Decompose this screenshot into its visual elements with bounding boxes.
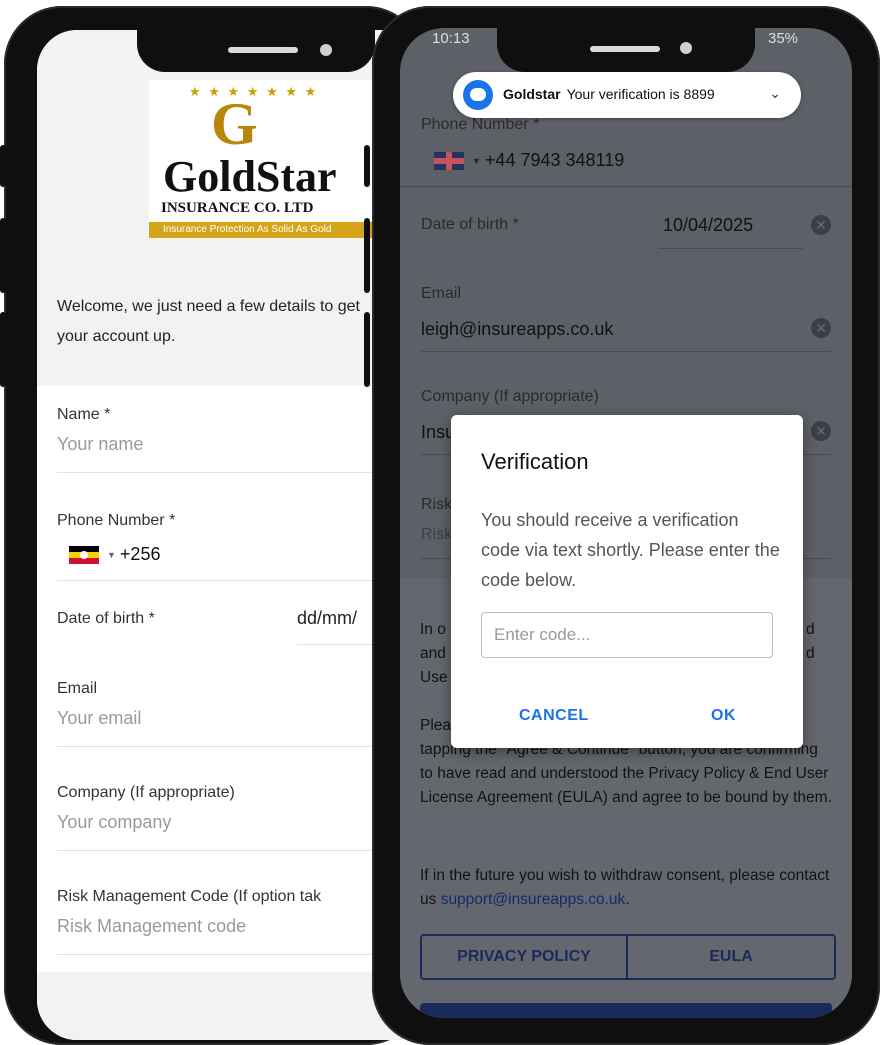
dialog-body: You should receive a verification code v… [481, 510, 780, 590]
chevron-down-icon[interactable]: ▼ [472, 156, 481, 166]
phone-input[interactable]: ▼ +44 7943 348119 [434, 150, 624, 171]
verification-dialog: Verification You should receive a verifi… [451, 415, 803, 748]
front-camera [680, 42, 692, 54]
status-time: 10:13 [432, 30, 470, 47]
company-label: Company (If appropriate) [421, 388, 599, 405]
dob-label: Date of birth * [57, 610, 155, 627]
mute-switch [0, 145, 6, 187]
divider [421, 351, 831, 352]
chevron-down-icon[interactable]: ▼ [107, 550, 116, 560]
divider [400, 186, 852, 187]
status-battery: 35% [768, 30, 799, 47]
company-value[interactable]: Insu [421, 422, 455, 443]
consent-p1-end2: d [806, 645, 815, 662]
dialog-title: Verification [481, 449, 589, 474]
phone-value: +44 7943 348119 [484, 150, 625, 170]
phone-code: +256 [119, 544, 161, 564]
speaker-grille [228, 47, 298, 53]
legal-button-row: PRIVACY POLICY EULA [420, 934, 836, 980]
clear-icon[interactable]: ✕ [811, 318, 831, 338]
code-input[interactable] [492, 614, 766, 656]
uganda-flag-icon[interactable] [69, 545, 99, 564]
welcome-text: Welcome, we just need a few details to g… [57, 298, 360, 345]
cancel-button[interactable]: CANCEL [519, 707, 589, 725]
front-camera [320, 44, 332, 56]
privacy-policy-button[interactable]: PRIVACY POLICY [422, 936, 628, 978]
risk-label: Risk [421, 496, 453, 513]
notification-text: Goldstar Your verification is 8899 [503, 86, 715, 102]
logo-tagline: Insurance Protection As Solid As Gold [149, 222, 393, 238]
consent-p3: If in the future you wish to withdraw co… [420, 864, 832, 912]
clear-icon[interactable]: ✕ [811, 421, 831, 441]
volume-down-button [0, 312, 6, 387]
volume-down-button [364, 312, 370, 387]
consent-p1-end1: d [806, 621, 815, 638]
phone-label: Phone Number * [421, 116, 540, 133]
consent-p3-end: . [625, 891, 630, 908]
logo-subtitle: INSURANCE CO. LTD [161, 200, 314, 216]
risk-input[interactable]: Risk [421, 526, 452, 544]
notification-message: Your verification is 8899 [566, 86, 715, 102]
agree-continue-button[interactable] [420, 1003, 832, 1018]
chevron-down-icon[interactable]: ⌄ [769, 85, 781, 102]
ok-button[interactable]: OK [711, 707, 736, 725]
mute-switch [364, 145, 370, 187]
clear-icon[interactable]: ✕ [811, 215, 831, 235]
volume-up-button [0, 218, 6, 293]
divider [658, 248, 803, 249]
dob-input[interactable]: dd/mm/ [297, 608, 357, 629]
code-input-box[interactable] [481, 612, 773, 658]
logo-brand: GoldStar [163, 152, 337, 201]
email-label: Email [421, 285, 462, 302]
dob-value[interactable]: 10/04/2025 [663, 215, 753, 236]
sms-notification[interactable]: Goldstar Your verification is 8899 ⌄ [453, 72, 801, 118]
uk-flag-icon[interactable] [434, 151, 464, 170]
volume-up-button [364, 218, 370, 293]
logo-letter: G [211, 91, 258, 157]
eula-button[interactable]: EULA [628, 936, 834, 978]
consent-p2: tapping the "Agree & Continue" button, y… [420, 741, 832, 806]
support-email-link[interactable]: support@insureapps.co.uk [441, 891, 626, 908]
dob-label: Date of birth * [421, 216, 519, 233]
notification-app: Goldstar [503, 86, 561, 102]
email-value[interactable]: leigh@insureapps.co.uk [421, 319, 613, 340]
goldstar-app-icon [463, 80, 493, 110]
speaker-grille [590, 46, 660, 52]
goldstar-logo: ★ ★ ★ ★ ★ ★ ★ G GoldStar INSURANCE CO. L… [149, 80, 393, 238]
